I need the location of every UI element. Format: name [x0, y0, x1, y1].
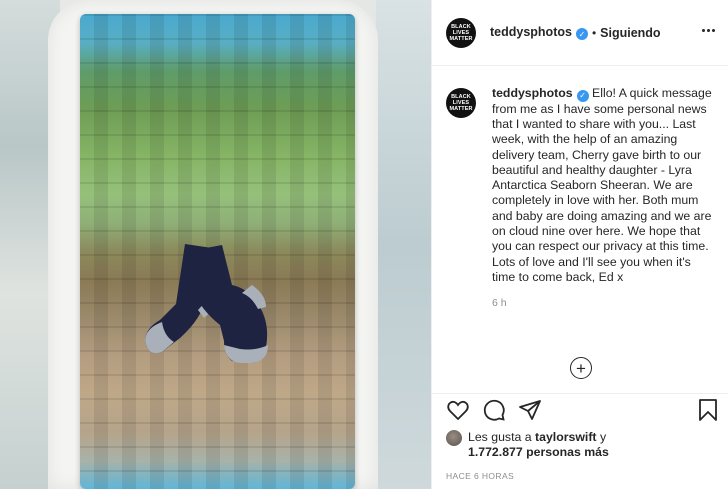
post-header: BLACK LIVES MATTER teddysphotos ✓ • Sigui… — [432, 0, 728, 66]
caption-avatar[interactable]: BLACK LIVES MATTER — [446, 88, 476, 118]
photo-background-right — [376, 0, 431, 489]
caption-verified-badge-icon: ✓ — [576, 89, 589, 102]
post-info-panel: BLACK LIVES MATTER teddysphotos ✓ • Sigui… — [431, 0, 728, 489]
caption: teddysphotos ✓ Ello! A quick message from… — [492, 86, 714, 285]
caption-time: 6 h — [492, 297, 507, 310]
header-separator: • — [591, 25, 597, 40]
caption-text: Ello! A quick message from me as I have … — [492, 86, 712, 284]
caption-row: BLACK LIVES MATTER teddysphotos ✓ Ello! A… — [446, 86, 715, 285]
verified-badge-icon: ✓ — [575, 28, 588, 41]
comment-icon[interactable] — [482, 398, 508, 424]
actions-section: Les gusta a taylorswift y 1.772.877 pers… — [432, 393, 728, 489]
author-avatar[interactable]: BLACK LIVES MATTER — [446, 17, 476, 48]
post-photo[interactable] — [0, 0, 431, 489]
following-button[interactable]: Siguiendo — [600, 26, 660, 40]
load-more-icon[interactable]: + — [570, 357, 592, 379]
bookmark-icon[interactable] — [696, 398, 722, 424]
baby-sock-right — [190, 245, 268, 363]
more-icon[interactable] — [702, 29, 715, 32]
liker-username[interactable]: taylorswift — [535, 430, 597, 444]
heart-icon[interactable] — [446, 398, 472, 424]
share-icon[interactable] — [518, 398, 544, 424]
likes-text: Les gusta a taylorswift y 1.772.877 pers… — [468, 430, 609, 460]
likes-connector: y — [599, 430, 607, 444]
likes-line: Les gusta a taylorswift y 1.772.877 pers… — [446, 430, 609, 460]
author-username[interactable]: teddysphotos ✓ — [490, 25, 588, 41]
action-bar — [446, 398, 717, 424]
author-username-text[interactable]: teddysphotos — [490, 25, 572, 39]
likes-prefix: Les gusta a — [468, 430, 532, 444]
caption-username[interactable]: teddysphotos — [492, 86, 573, 100]
likes-count[interactable]: 1.772.877 personas más — [468, 445, 609, 459]
comments-area: BLACK LIVES MATTER teddysphotos ✓ Ello! A… — [432, 66, 728, 393]
post-timestamp[interactable]: HACE 6 HORAS — [446, 471, 514, 481]
instagram-post: BLACK LIVES MATTER teddysphotos ✓ • Sigui… — [0, 0, 728, 489]
liker-avatar[interactable] — [446, 430, 462, 446]
